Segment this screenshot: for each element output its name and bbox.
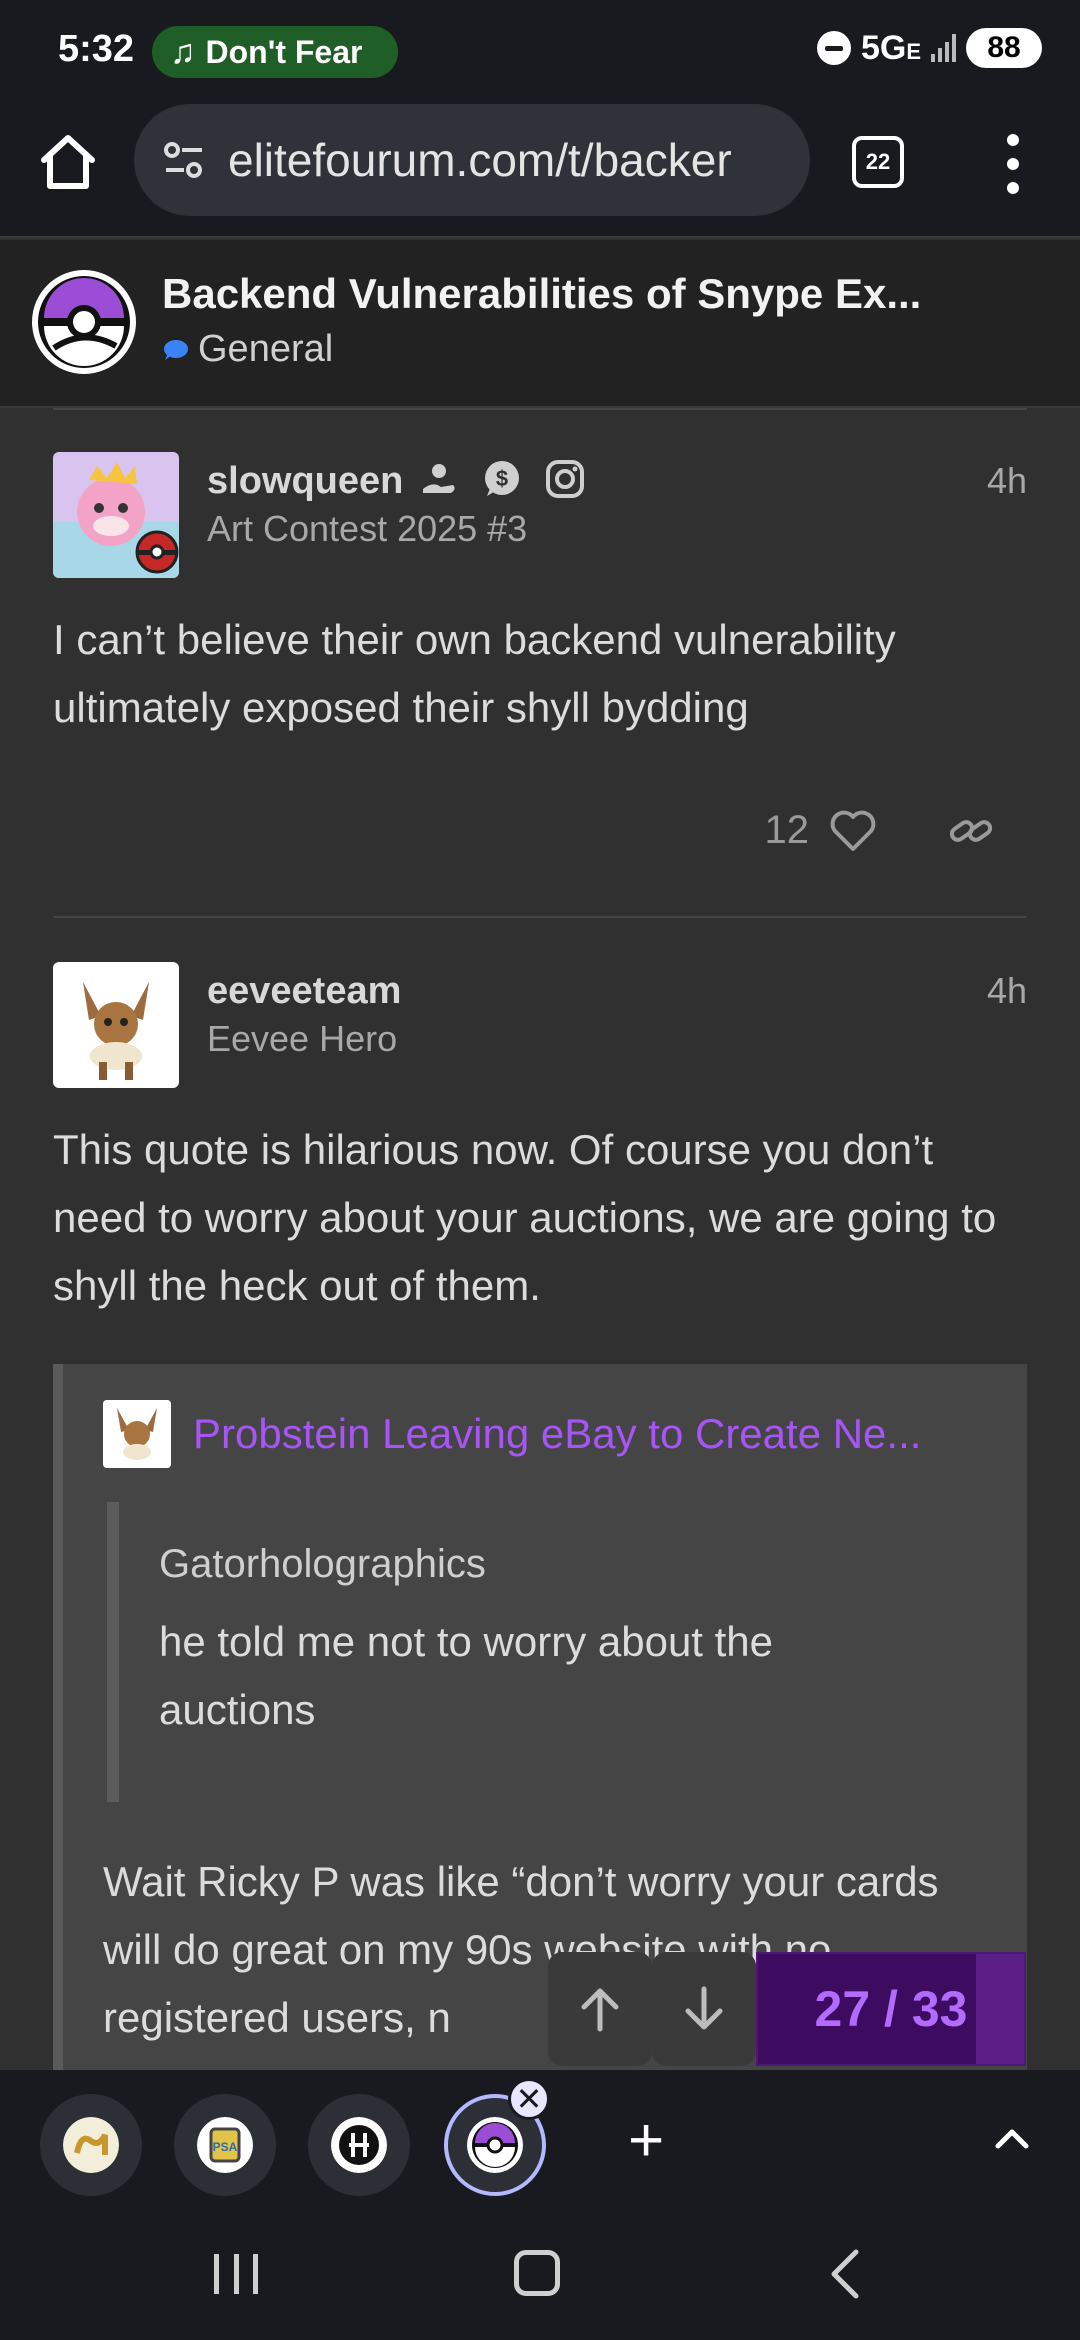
browser-tab-strip: PSA ✕ + <box>0 2070 1080 2210</box>
instagram-icon[interactable] <box>545 459 585 499</box>
avatar[interactable] <box>53 962 179 1088</box>
tab-favicon-icon: PSA <box>197 2117 253 2173</box>
post-slowqueen: slowqueen $ Art Contest 2025 #3 4h I can… <box>53 452 1027 912</box>
post-time[interactable]: 4h <box>987 460 1027 502</box>
post-actions: 12 <box>765 808 1028 853</box>
quote-header: Probstein Leaving eBay to Create Ne... <box>103 1400 921 1468</box>
tab-2[interactable]: PSA <box>174 2094 276 2196</box>
browser-toolbar: elitefourum.com/t/backer 22 <box>0 100 1080 238</box>
signal-icon <box>931 34 956 62</box>
category-label: General <box>198 328 334 370</box>
user-flair-icons: $ <box>419 458 585 500</box>
dollar-bubble-icon: $ <box>485 461 519 496</box>
topic-header: Backend Vulnerabilities of Snype Ex... G… <box>0 240 1080 408</box>
svg-text:$: $ <box>496 466 508 491</box>
system-nav-bar <box>0 2210 1080 2340</box>
avatar[interactable] <box>53 452 179 578</box>
nested-quote: Gatorholographics he told me not to worr… <box>107 1502 987 1802</box>
post-time[interactable]: 4h <box>987 970 1027 1012</box>
post-divider <box>53 916 1027 918</box>
music-note-icon: ♫ <box>170 32 196 71</box>
tab-3[interactable] <box>308 2094 410 2196</box>
tab-favicon-icon <box>467 2117 523 2173</box>
tab-favicon-icon <box>63 2117 119 2173</box>
new-tab-button[interactable]: + <box>628 2110 664 2172</box>
quote-author: Gatorholographics <box>159 1542 486 1586</box>
username[interactable]: eeveeteam <box>207 970 401 1013</box>
quoted-topic-link[interactable]: Probstein Leaving eBay to Create Ne... <box>193 1410 921 1458</box>
do-not-disturb-icon <box>816 31 851 65</box>
chevron-up-icon[interactable] <box>990 2116 1034 2160</box>
scroll-down-button[interactable] <box>652 1952 756 2066</box>
scroll-up-button[interactable] <box>548 1952 652 2066</box>
status-bar: 5:32 ♫ Don't Fear 5GE 88 <box>0 0 1080 100</box>
battery-indicator: 88 <box>966 28 1042 68</box>
username[interactable]: slowqueen <box>207 460 403 503</box>
post-body: This quote is hilarious now. Of course y… <box>53 1126 997 1309</box>
home-nav-icon[interactable] <box>514 2250 560 2296</box>
tab-favicon-icon <box>331 2117 387 2173</box>
tab-1[interactable] <box>40 2094 142 2196</box>
media-indicator[interactable]: ♫ Don't Fear <box>152 26 398 78</box>
screen: 5:32 ♫ Don't Fear 5GE 88 elitefourum.com… <box>0 0 1080 2340</box>
category-bubble-icon <box>164 339 188 360</box>
site-logo-icon[interactable] <box>30 268 138 376</box>
status-icons: 5GE 88 <box>816 28 1042 68</box>
close-tab-icon[interactable]: ✕ <box>508 2078 550 2120</box>
heart-icon[interactable] <box>829 809 877 853</box>
user-title: Art Contest 2025 #3 <box>207 508 528 549</box>
quote-text: he told me not to worry about the auctio… <box>159 1618 774 1733</box>
address-bar[interactable]: elitefourum.com/t/backer <box>134 104 810 216</box>
arrow-up-icon <box>581 1988 619 2032</box>
progress-label: 27 / 33 <box>814 1981 968 2037</box>
user-title: Eevee Hero <box>207 1018 398 1059</box>
network-type: 5GE <box>860 28 921 67</box>
hand-heart-icon <box>423 464 455 493</box>
tab-switcher-button[interactable]: 22 <box>852 136 904 188</box>
recents-icon[interactable] <box>214 2254 258 2294</box>
back-icon[interactable] <box>822 2248 872 2300</box>
post-body: I can’t believe their own backend vulner… <box>53 616 896 731</box>
arrow-down-icon <box>685 1986 723 2030</box>
quote-avatar <box>103 1400 171 1468</box>
link-icon[interactable] <box>947 809 995 853</box>
post-divider <box>53 408 1027 410</box>
topic-title[interactable]: Backend Vulnerabilities of Snype Ex... <box>162 270 921 318</box>
url-text: elitefourum.com/t/backer <box>228 134 732 186</box>
post-progress-indicator[interactable]: 27 / 33 <box>756 1952 1026 2066</box>
like-count[interactable]: 12 <box>765 808 810 853</box>
media-label: Don't Fear <box>205 33 363 70</box>
more-menu-icon[interactable] <box>998 134 1028 194</box>
site-settings-icon[interactable] <box>162 138 206 182</box>
category-badge[interactable]: General <box>162 328 333 371</box>
home-icon[interactable] <box>36 130 100 194</box>
svg-text:PSA: PSA <box>213 2140 238 2154</box>
post-eeveeteam: eeveeteam Eevee Hero 4h This quote is hi… <box>53 962 1027 1362</box>
status-time: 5:32 <box>58 28 135 70</box>
